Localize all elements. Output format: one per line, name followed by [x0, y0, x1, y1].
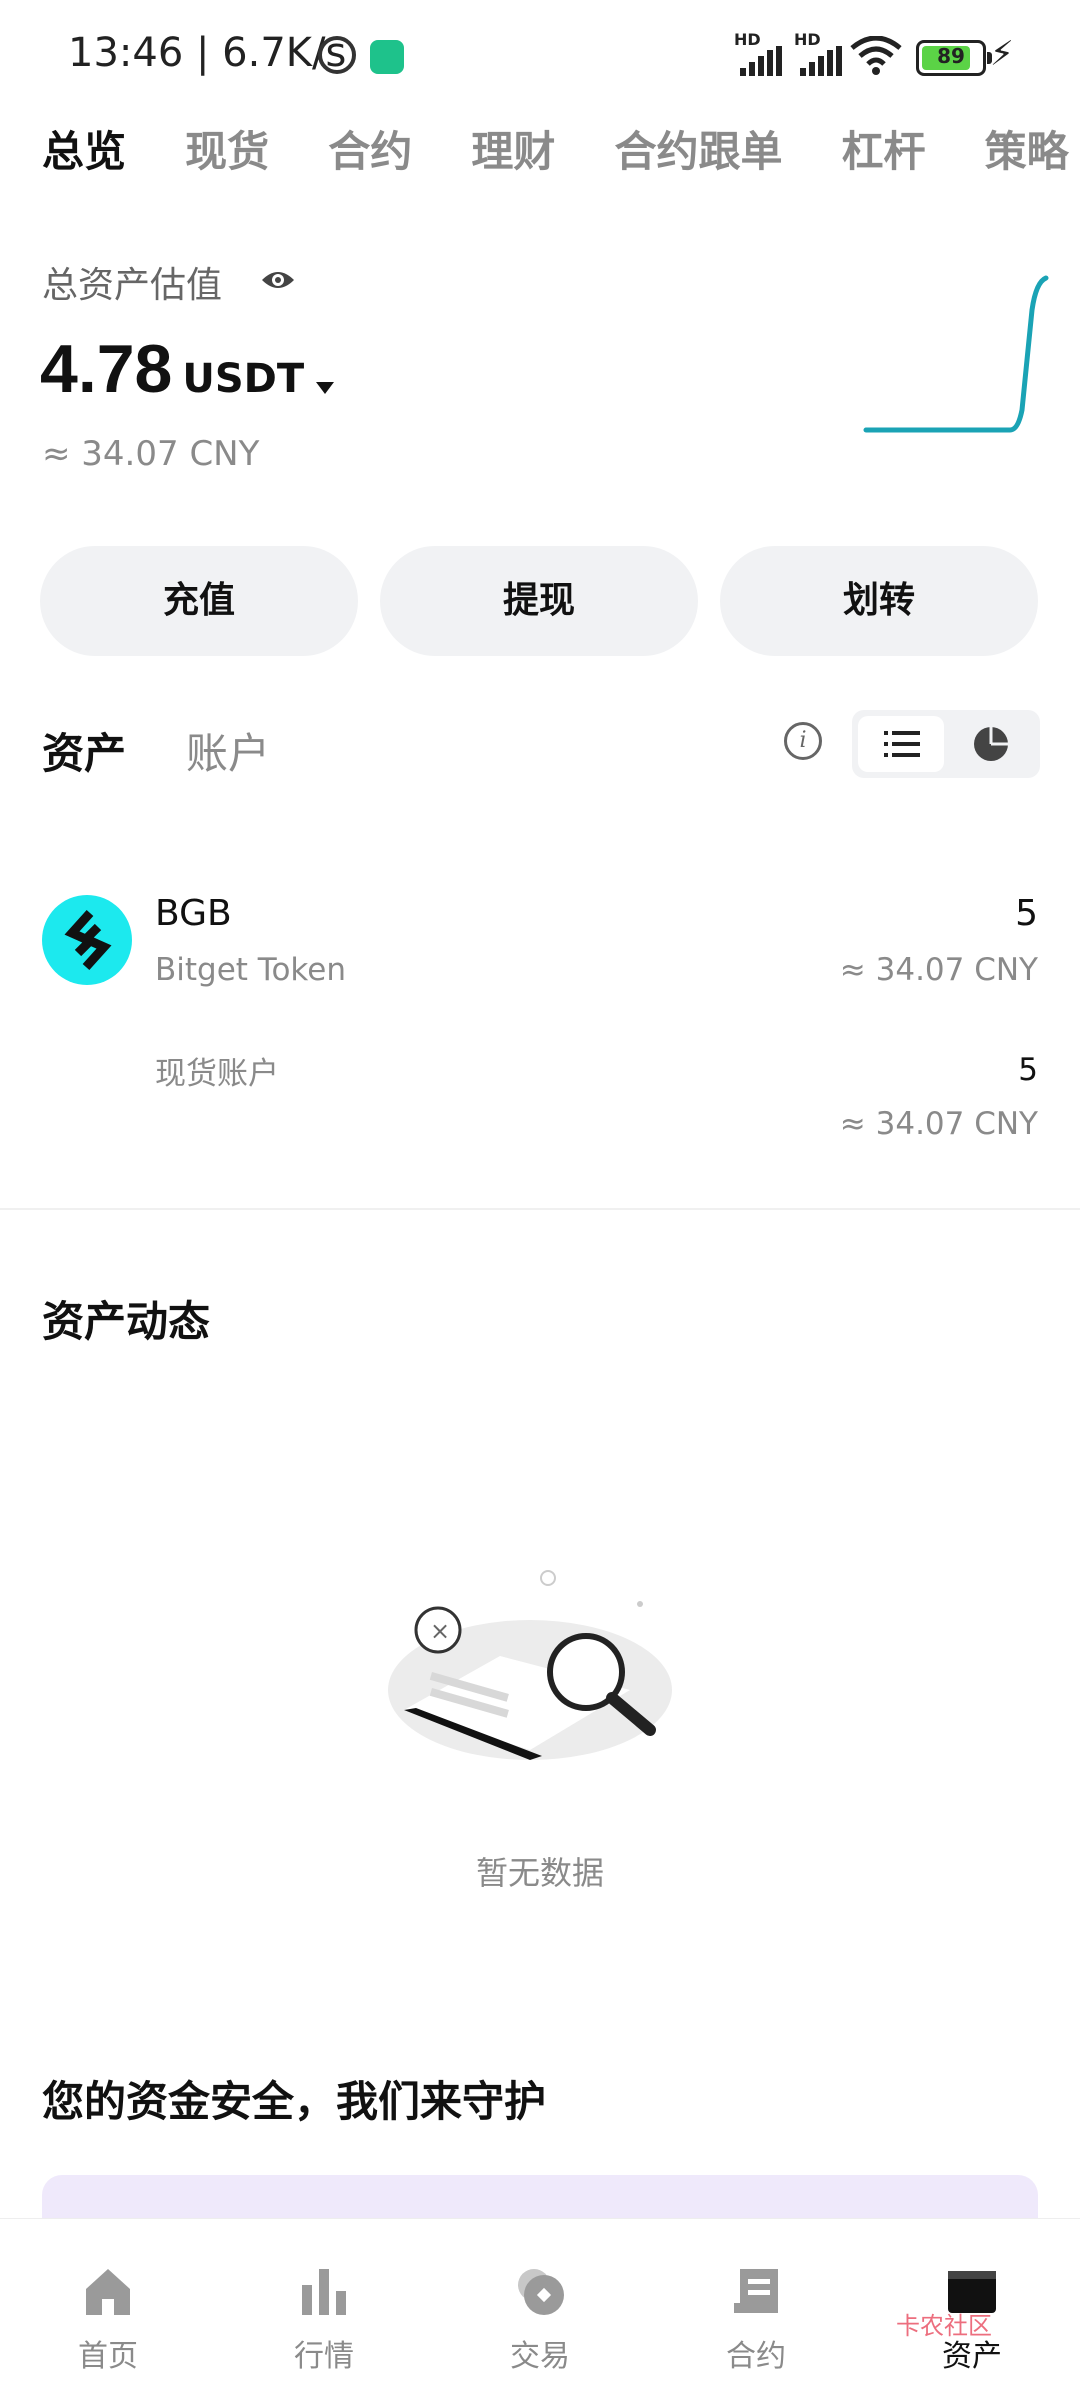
tab-account[interactable]: 账户 — [186, 720, 270, 781]
tab-overview[interactable]: 总览 — [42, 118, 126, 179]
nav-market[interactable]: 行情 — [216, 2219, 432, 2401]
caret-down-icon — [316, 381, 335, 394]
futures-icon — [734, 2269, 778, 2313]
total-value: 4.78 — [40, 331, 173, 407]
watermark: 卡农社区 — [896, 2312, 992, 2340]
list-view-button[interactable] — [858, 716, 944, 772]
top-tabs: 总览 现货 合约 理财 合约跟单 杠杆 策略 — [42, 118, 1080, 188]
shield-icon — [370, 40, 404, 74]
tab-copy-trading[interactable]: 合约跟单 — [614, 118, 782, 179]
empty-state-text: 暂无数据 — [475, 1854, 604, 1892]
spot-account-label: 现货账户 — [155, 1056, 279, 1092]
deposit-button[interactable]: 充值 — [40, 546, 358, 656]
pie-view-button[interactable] — [948, 716, 1034, 772]
pie-chart-icon — [974, 727, 1008, 761]
svg-text:×: × — [430, 1617, 450, 1645]
spot-account-quantity: 5 — [1018, 1052, 1038, 1088]
tab-earn[interactable]: 理财 — [471, 118, 555, 179]
alarm-icon — [318, 36, 356, 74]
tab-spot[interactable]: 现货 — [185, 118, 269, 179]
market-icon — [302, 2269, 346, 2315]
nav-home[interactable]: 首页 — [0, 2219, 216, 2401]
tab-assets[interactable]: 资产 — [42, 720, 126, 781]
tab-margin[interactable]: 杠杆 — [842, 118, 926, 179]
empty-search-illustration: × — [388, 1570, 672, 1760]
bgb-coin-icon — [42, 895, 132, 985]
total-cny: ≈ 34.07 CNY — [42, 434, 260, 474]
spot-account-cny: ≈ 34.07 CNY — [839, 1106, 1038, 1142]
coin-quantity: 5 — [1015, 893, 1038, 934]
coin-symbol[interactable]: BGB — [155, 893, 232, 934]
eye-icon[interactable] — [260, 266, 296, 294]
charging-icon: ⚡ — [990, 34, 1014, 74]
coin-name: Bitget Token — [155, 952, 346, 988]
status-time: 13:46 | 6.7K/s — [68, 30, 347, 76]
security-title: 您的资金安全，我们来守护 — [42, 2077, 547, 2126]
status-bar: 13:46 | 6.7K/s HD HD 89 ⚡ — [68, 30, 1014, 76]
total-assets-label: 总资产估值 — [42, 265, 223, 306]
asset-sparkline — [863, 275, 1049, 433]
total-assets[interactable]: 4.78 USDT — [40, 330, 335, 408]
info-icon[interactable]: i — [784, 722, 822, 760]
nav-futures[interactable]: 合约 — [648, 2219, 864, 2401]
nav-trade[interactable]: 交易 — [432, 2219, 648, 2401]
tab-futures[interactable]: 合约 — [328, 118, 412, 179]
withdraw-button[interactable]: 提现 — [380, 546, 698, 656]
list-icon — [884, 731, 920, 757]
currency-unit: USDT — [182, 356, 305, 402]
coin-cny-value: ≈ 34.07 CNY — [839, 952, 1038, 988]
view-toggle — [852, 710, 1040, 778]
asset-activity-title: 资产动态 — [42, 1297, 211, 1346]
transfer-button[interactable]: 划转 — [720, 546, 1038, 656]
battery-icon: 89 — [916, 40, 992, 76]
divider — [0, 1208, 1080, 1210]
wifi-icon — [850, 36, 902, 75]
home-icon — [86, 2269, 130, 2315]
trade-icon — [518, 2269, 564, 2315]
tab-strategy[interactable]: 策略 — [985, 118, 1069, 179]
